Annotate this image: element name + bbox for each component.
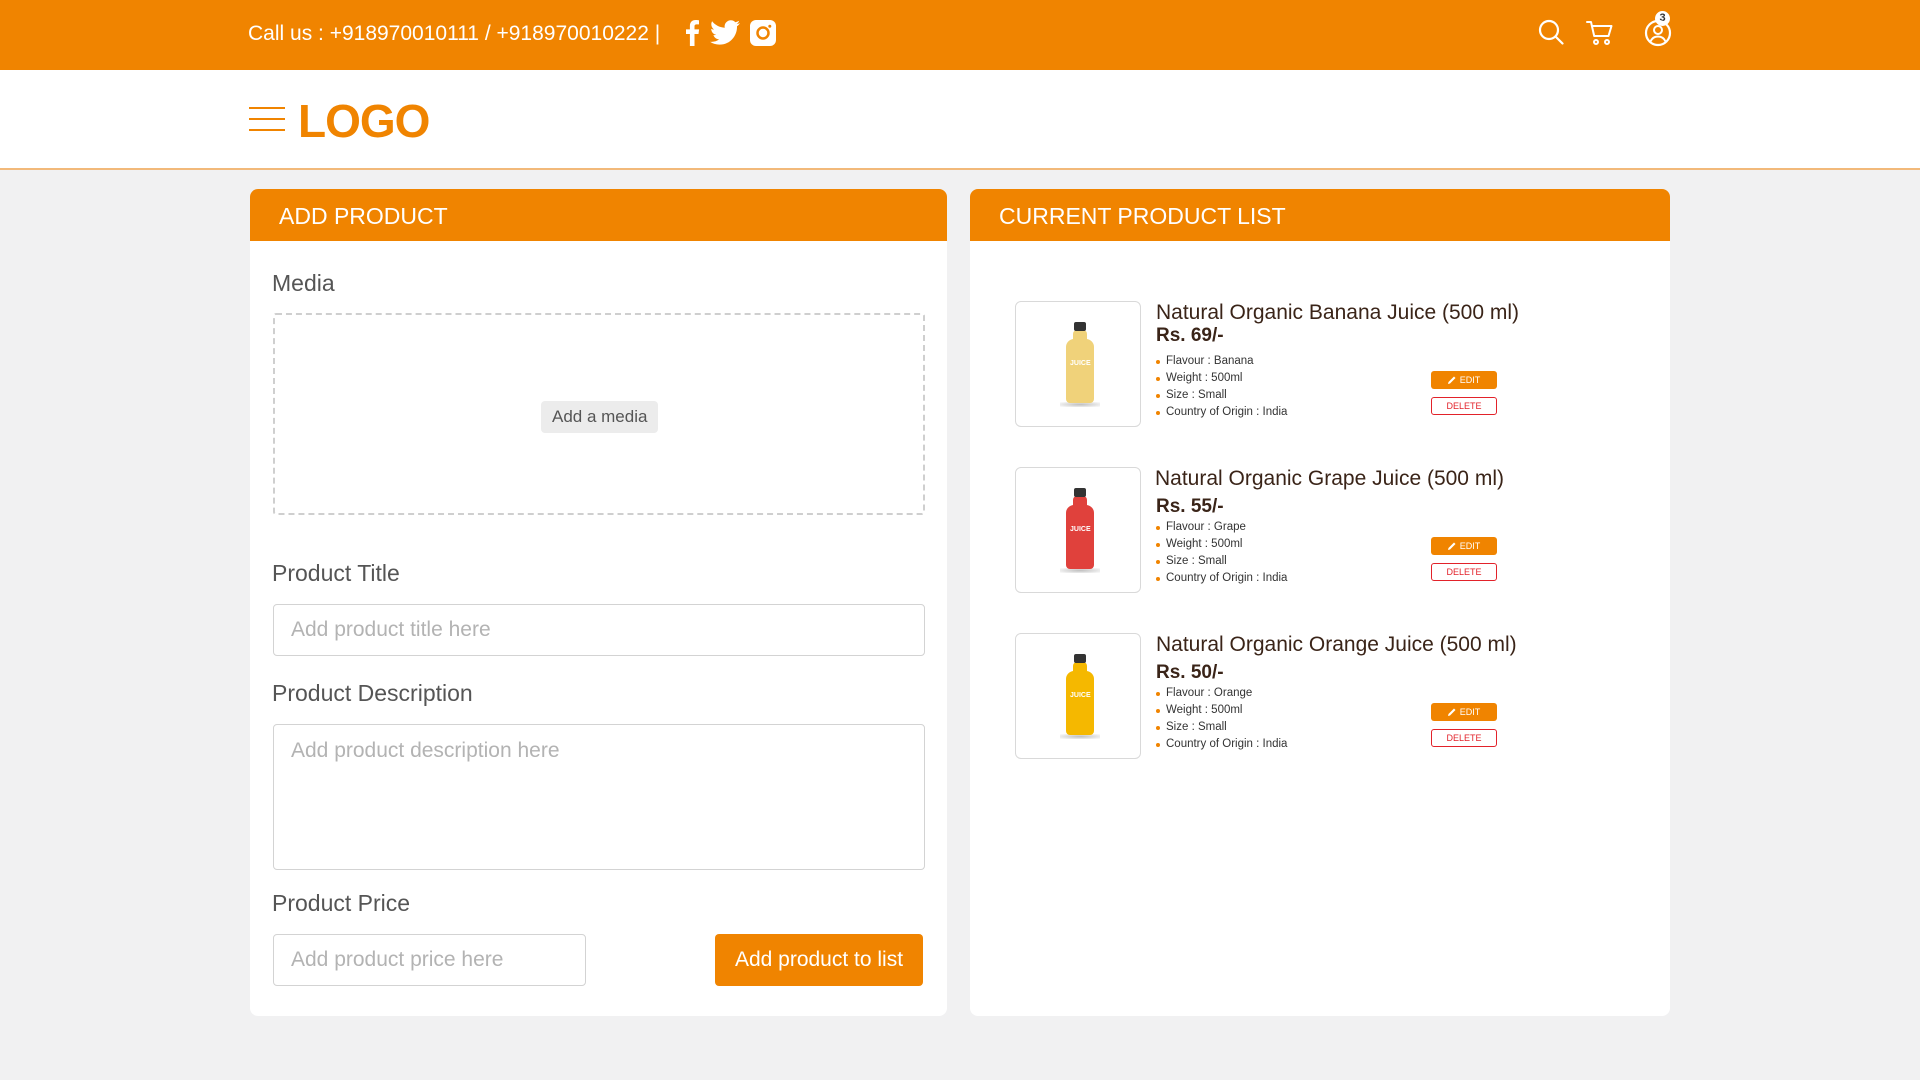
product-thumbnail: JUICE bbox=[1015, 301, 1141, 427]
edit-button[interactable]: EDIT bbox=[1431, 703, 1497, 721]
delete-button[interactable]: DELETE bbox=[1431, 397, 1497, 415]
product-list-heading: CURRENT PRODUCT LIST bbox=[970, 189, 1670, 241]
spec-flavour: Flavour : Orange bbox=[1156, 685, 1287, 702]
spec-size: Size : Small bbox=[1156, 553, 1287, 570]
product-price-label: Product Price bbox=[272, 890, 411, 916]
add-product-panel: ADD PRODUCT Media Add a media Product Ti… bbox=[250, 189, 947, 1016]
product-title-input[interactable] bbox=[273, 604, 925, 656]
add-product-heading: ADD PRODUCT bbox=[250, 189, 947, 241]
product-title-label: Product Title bbox=[272, 560, 400, 586]
pencil-icon bbox=[1447, 708, 1456, 716]
delete-button[interactable]: DELETE bbox=[1431, 563, 1497, 581]
spec-flavour: Flavour : Banana bbox=[1156, 353, 1287, 370]
media-label: Media bbox=[272, 270, 335, 296]
edit-button[interactable]: EDIT bbox=[1431, 371, 1497, 389]
add-media-button[interactable]: Add a media bbox=[541, 401, 659, 433]
product-price-input[interactable] bbox=[273, 934, 586, 986]
site-logo[interactable]: LOGO bbox=[298, 94, 430, 148]
juice-bottle-image: JUICE bbox=[1060, 322, 1100, 407]
menu-icon[interactable] bbox=[249, 107, 285, 133]
instagram-icon[interactable] bbox=[750, 20, 776, 51]
social-links bbox=[684, 20, 776, 51]
edit-button[interactable]: EDIT bbox=[1431, 537, 1497, 555]
spec-origin: Country of Origin : India bbox=[1156, 736, 1287, 753]
add-product-button[interactable]: Add product to list bbox=[715, 934, 923, 986]
pencil-icon bbox=[1447, 376, 1456, 384]
spec-weight: Weight : 500ml bbox=[1156, 702, 1287, 719]
cart-icon[interactable]: 3 bbox=[1586, 11, 1670, 52]
user-icon[interactable] bbox=[1644, 19, 1672, 52]
product-specs: Flavour : Banana Weight : 500ml Size : S… bbox=[1156, 353, 1287, 421]
product-specs: Flavour : Grape Weight : 500ml Size : Sm… bbox=[1156, 519, 1287, 587]
product-price: Rs. 50/- bbox=[1156, 662, 1224, 683]
product-description-label: Product Description bbox=[272, 680, 473, 706]
spec-weight: Weight : 500ml bbox=[1156, 536, 1287, 553]
product-item-banana: JUICE Natural Organic Banana Juice (500 … bbox=[1015, 301, 1535, 427]
pencil-icon bbox=[1447, 542, 1456, 550]
product-description-input[interactable] bbox=[273, 724, 925, 870]
product-title: Natural Organic Orange Juice (500 ml) bbox=[1156, 633, 1517, 656]
spec-origin: Country of Origin : India bbox=[1156, 404, 1287, 421]
product-title: Natural Organic Grape Juice (500 ml) bbox=[1155, 467, 1504, 490]
spec-origin: Country of Origin : India bbox=[1156, 570, 1287, 587]
spec-size: Size : Small bbox=[1156, 387, 1287, 404]
twitter-icon[interactable] bbox=[710, 20, 740, 51]
product-price: Rs. 55/- bbox=[1156, 496, 1224, 517]
spec-size: Size : Small bbox=[1156, 719, 1287, 736]
facebook-icon[interactable] bbox=[684, 20, 700, 51]
product-thumbnail: JUICE bbox=[1015, 633, 1141, 759]
juice-bottle-image: JUICE bbox=[1060, 654, 1100, 739]
product-title: Natural Organic Banana Juice (500 ml) bbox=[1156, 301, 1520, 324]
product-item-grape: JUICE Natural Organic Grape Juice (500 m… bbox=[1015, 467, 1535, 593]
product-list-panel: CURRENT PRODUCT LIST JUICE Natural Organ… bbox=[970, 189, 1670, 1016]
juice-bottle-image: JUICE bbox=[1060, 488, 1100, 573]
product-price: Rs. 69/- bbox=[1156, 325, 1224, 346]
call-us-text: Call us : +918970010111 / +918970010222 … bbox=[248, 22, 661, 45]
site-header: LOGO bbox=[0, 70, 1920, 170]
product-specs: Flavour : Orange Weight : 500ml Size : S… bbox=[1156, 685, 1287, 753]
product-thumbnail: JUICE bbox=[1015, 467, 1141, 593]
delete-button[interactable]: DELETE bbox=[1431, 729, 1497, 747]
search-icon[interactable] bbox=[1538, 19, 1564, 50]
media-dropzone[interactable]: Add a media bbox=[273, 313, 925, 515]
spec-flavour: Flavour : Grape bbox=[1156, 519, 1287, 536]
spec-weight: Weight : 500ml bbox=[1156, 370, 1287, 387]
product-item-orange: JUICE Natural Organic Orange Juice (500 … bbox=[1015, 633, 1535, 759]
top-bar: Call us : +918970010111 / +918970010222 … bbox=[0, 0, 1920, 70]
